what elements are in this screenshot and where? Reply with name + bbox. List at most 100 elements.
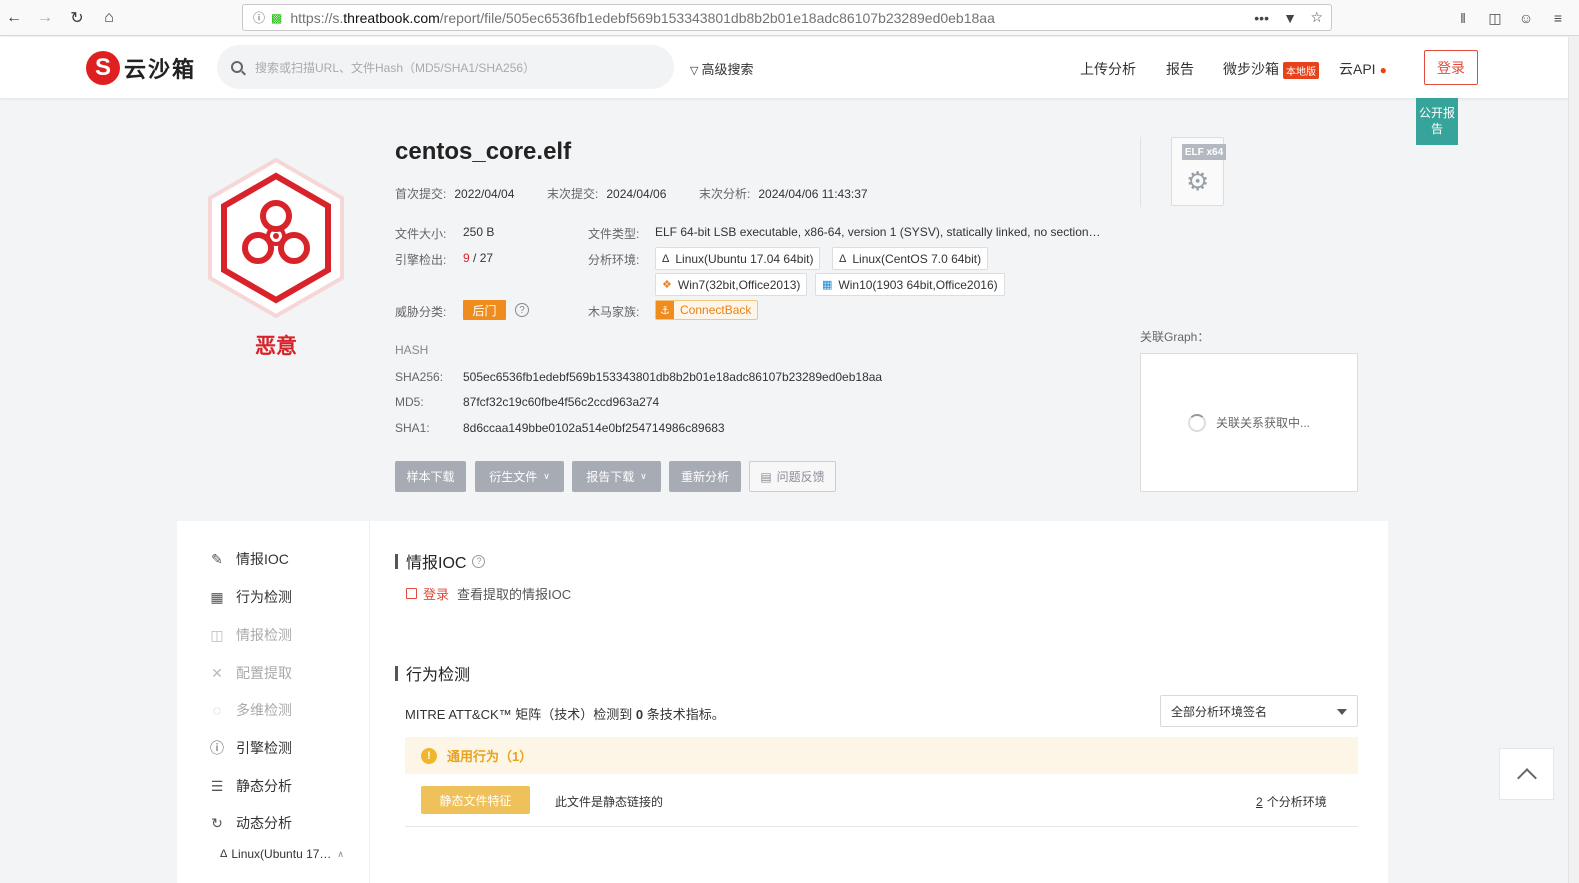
advanced-search-link[interactable]: ▽ 高级搜索 xyxy=(690,59,753,78)
sha256-value: 505ec6536fb1edebf569b153343801db8b2b01e1… xyxy=(463,370,883,384)
last-submit-label: 末次提交: xyxy=(547,187,599,201)
tools-icon: ✕ xyxy=(211,664,223,681)
sha256-label: SHA256: xyxy=(395,370,444,384)
ioc-login-prompt: 登录 查看提取的情报IOC xyxy=(406,584,571,603)
env-tag-centos[interactable]: Δ Linux(CentOS 7.0 64bit) xyxy=(832,247,989,270)
pocket-icon[interactable]: ▼ xyxy=(1283,10,1297,26)
side-nav-sub-env[interactable]: Δ Linux(Ubuntu 17… ∧ xyxy=(220,847,344,861)
back-icon[interactable]: ← xyxy=(2,6,26,30)
filter-icon: ▽ xyxy=(690,65,699,77)
local-version-badge: 本地版 xyxy=(1283,61,1319,79)
nav-microstep-sandbox[interactable]: 微步沙箱 本地版 xyxy=(1223,59,1319,79)
chevron-up-icon: ∧ xyxy=(337,848,345,859)
home-icon[interactable]: ⌂ xyxy=(97,6,121,30)
side-nav-intel-detect[interactable]: ◫ 情报检测 xyxy=(208,623,292,647)
md5-label: MD5: xyxy=(395,395,424,409)
side-nav-engine-detect[interactable]: ⓘ 引擎检测 xyxy=(208,736,292,760)
back-to-top-button[interactable] xyxy=(1499,748,1554,800)
first-submit-label: 首次提交: xyxy=(395,187,447,201)
page-scrollbar[interactable] xyxy=(1568,37,1579,883)
graph-title: 关联Graph： xyxy=(1140,330,1210,344)
side-nav-label: 引擎检测 xyxy=(236,740,292,756)
windows-icon: ▦ xyxy=(822,279,833,291)
advanced-search-label: 高级搜索 xyxy=(701,62,754,77)
page-actions-icon[interactable]: ••• xyxy=(1254,10,1269,26)
info-icon[interactable]: ⓘ xyxy=(253,9,265,26)
chevron-down-icon: ∨ xyxy=(640,471,647,481)
side-nav-multi-detect[interactable]: ◌ 多维检测 xyxy=(208,698,292,722)
search-input[interactable]: 搜索或扫描URL、文件Hash（MD5/SHA1/SHA256） xyxy=(217,45,674,89)
sidebar-icon[interactable]: ◫ xyxy=(1485,8,1505,28)
side-nav-dynamic[interactable]: ↻ 动态分析 xyxy=(208,811,292,835)
side-nav-config-extract[interactable]: ✕ 配置提取 xyxy=(208,661,292,685)
relation-graph[interactable]: 关联关系获取中... xyxy=(1140,353,1358,492)
nav-api-label: 云API xyxy=(1339,61,1376,77)
engine-total: / 27 xyxy=(473,251,494,265)
address-bar[interactable]: ⓘ ▩ https://s. threatbook.com/report/file… xyxy=(242,4,1332,31)
side-nav-label: 静态分析 xyxy=(236,778,292,794)
logo-mark-icon: S xyxy=(86,51,120,85)
ioc-login-link[interactable]: 登录 xyxy=(406,584,449,603)
url-path: /report/file/505ec6536fb1edebf569b153343… xyxy=(439,9,995,26)
side-nav-label: 动态分析 xyxy=(236,815,292,831)
login-button[interactable]: 登录 xyxy=(1424,50,1478,85)
url-host: threatbook.com xyxy=(343,9,440,26)
public-report-button[interactable]: 公开报告 xyxy=(1416,98,1458,145)
logo[interactable]: S 云沙箱 xyxy=(86,51,196,85)
help-icon[interactable]: ? xyxy=(472,554,486,568)
account-icon[interactable]: ☺ xyxy=(1516,8,1536,28)
trojan-family-label: 木马家族: xyxy=(588,305,640,319)
download-sample-button[interactable]: 样本下载 xyxy=(395,461,466,492)
engine-detect-value[interactable]: 9 / 27 xyxy=(463,251,493,265)
menu-icon[interactable]: ≡ xyxy=(1548,8,1568,28)
analysis-env-label: 分析环境: xyxy=(588,253,640,267)
trojan-family-tag[interactable]: ⚓ ConnectBack xyxy=(655,300,759,320)
env-tag-win10[interactable]: ▦ Win10(1903 64bit,Office2016) xyxy=(815,273,1005,296)
behavior-section-title: 行为检测 xyxy=(395,661,470,685)
library-icon[interactable]: ‖ xyxy=(1453,8,1473,28)
side-nav-intel-ioc[interactable]: ✎ 情报IOC xyxy=(208,547,289,571)
caret-down-icon xyxy=(1337,709,1347,715)
nav-cloud-api[interactable]: 云API ● xyxy=(1339,59,1387,79)
env-count-suffix: 个分析环境 xyxy=(1266,795,1327,809)
side-nav-static[interactable]: ☰ 静态分析 xyxy=(208,774,292,798)
env-tag-win7[interactable]: ❖ Win7(32bit,Office2013) xyxy=(655,273,808,296)
nav-report[interactable]: 报告 xyxy=(1166,59,1194,79)
engine-hits: 9 xyxy=(463,251,470,265)
file-size-value: 250 B xyxy=(463,225,495,239)
layout-icon: ◫ xyxy=(210,626,224,643)
side-nav-sub-label: Linux(Ubuntu 17… xyxy=(231,847,332,861)
bookmark-star-icon[interactable]: ☆ xyxy=(1310,9,1323,26)
windows-icon: ❖ xyxy=(662,279,672,291)
family-name: ConnectBack xyxy=(680,303,752,317)
chevron-down-icon: ∨ xyxy=(543,471,550,481)
hash-heading: HASH xyxy=(395,343,429,357)
static-feature-desc: 此文件是静态链接的 xyxy=(555,795,664,809)
feedback-button[interactable]: ▤ 问题反馈 xyxy=(749,461,836,492)
env-count[interactable]: 2 个分析环境 xyxy=(1256,793,1327,810)
reanalyze-button[interactable]: 重新分析 xyxy=(669,461,741,492)
lock-icon: ▩ xyxy=(271,10,283,25)
side-nav-label: 配置提取 xyxy=(236,665,292,681)
forward-icon[interactable]: → xyxy=(33,6,57,30)
env-tag-ubuntu[interactable]: Δ Linux(Ubuntu 17.04 64bit) xyxy=(655,247,821,270)
reload-icon[interactable]: ↻ xyxy=(65,6,89,30)
feedback-label: 问题反馈 xyxy=(776,470,825,484)
download-report-button[interactable]: 报告下载 ∨ xyxy=(572,461,661,492)
side-nav-behavior[interactable]: ▦ 行为检测 xyxy=(208,585,292,609)
file-name-title: centos_core.elf xyxy=(395,138,572,165)
env-signature-select[interactable]: 全部分析环境签名 xyxy=(1160,695,1358,727)
derived-files-button[interactable]: 衍生文件 ∨ xyxy=(475,461,564,492)
ioc-login-label: 登录 xyxy=(423,587,450,602)
side-nav-label: 情报IOC xyxy=(236,551,289,567)
nav-upload[interactable]: 上传分析 xyxy=(1080,59,1136,79)
divider xyxy=(1140,137,1141,207)
help-icon[interactable]: ? xyxy=(515,303,529,317)
general-behavior-header[interactable]: ! 通用行为（1） xyxy=(405,737,1358,774)
first-submit: 首次提交: 2022/04/04 xyxy=(395,185,514,202)
env-count-number: 2 xyxy=(1256,795,1263,809)
linux-icon: Δ xyxy=(839,252,847,265)
threat-class-label: 威胁分类: xyxy=(395,305,447,319)
monitor-icon: ▦ xyxy=(210,588,224,605)
general-behavior-title: 通用行为（1） xyxy=(447,749,533,764)
